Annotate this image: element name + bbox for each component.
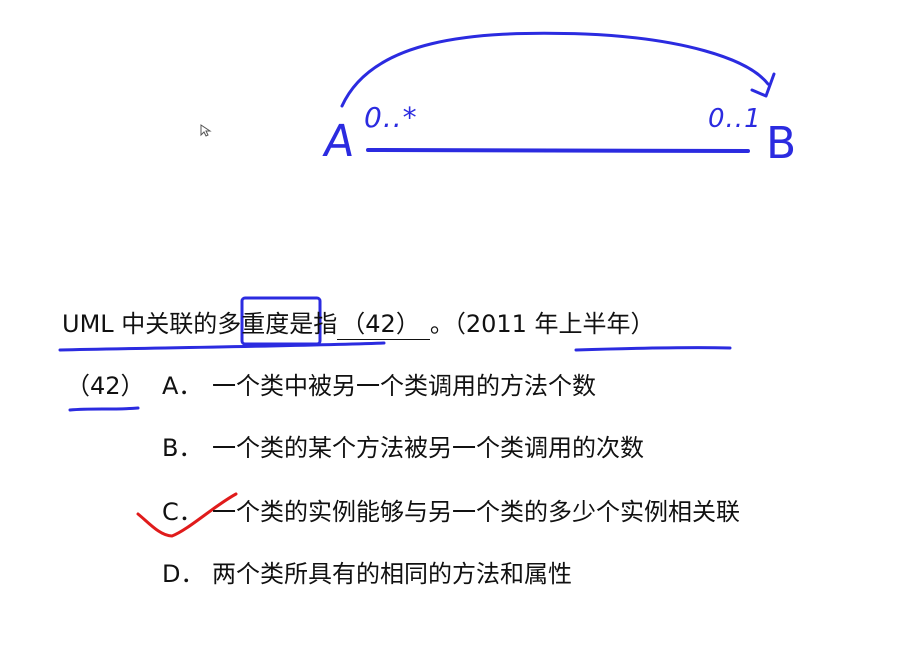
association-line <box>366 148 750 153</box>
underline-number <box>68 406 140 412</box>
question-source: 。（2011 年上半年） <box>429 310 655 338</box>
underline-year <box>574 346 732 352</box>
option-d-letter: D． <box>162 560 205 588</box>
option-d-text: 两个类所具有的相同的方法和属性 <box>212 560 572 588</box>
underline-stem <box>58 341 386 352</box>
question-stem: UML 中关联的多重度是指 <box>62 310 338 338</box>
option-b-text: 一个类的某个方法被另一个类调用的次数 <box>212 434 644 462</box>
question-number: （42） <box>66 372 145 400</box>
option-b: B． 一个类的某个方法被另一个类调用的次数 <box>162 430 644 466</box>
option-a-letter: A． <box>162 372 203 400</box>
question-line: UML 中关联的多重度是指 （42） 。（2011 年上半年） <box>62 306 655 342</box>
navigation-arc <box>340 31 770 108</box>
option-c-letter: C． <box>162 498 203 526</box>
option-d: D． 两个类所具有的相同的方法和属性 <box>162 556 572 592</box>
mouse-cursor-icon <box>200 124 212 137</box>
multiplicity-b-label: 0..1 <box>708 104 762 134</box>
option-c: C． 一个类的实例能够与另一个类的多少个实例相关联 <box>162 494 740 530</box>
option-a: A． 一个类中被另一个类调用的方法个数 <box>162 368 596 404</box>
option-b-letter: B． <box>162 434 203 462</box>
option-a-text: 一个类中被另一个类调用的方法个数 <box>212 372 596 400</box>
class-b-label: B <box>766 118 797 169</box>
class-a-label: A <box>320 116 358 167</box>
option-c-text: 一个类的实例能够与另一个类的多少个实例相关联 <box>212 498 740 526</box>
answer-blank: （42） <box>337 309 430 340</box>
multiplicity-a-label: 0..* <box>364 101 418 134</box>
arrow-head <box>750 72 776 98</box>
